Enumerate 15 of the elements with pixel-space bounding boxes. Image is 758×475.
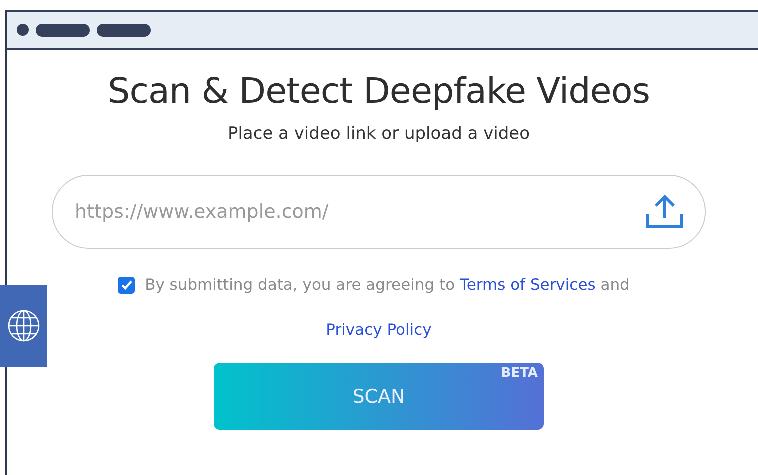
privacy-policy-link[interactable]: Privacy Policy bbox=[326, 321, 432, 339]
tab-placeholder-icon bbox=[36, 24, 90, 36]
upload-icon[interactable] bbox=[646, 194, 684, 230]
window-dot-icon bbox=[17, 24, 29, 36]
page-subtitle: Place a video link or upload a video bbox=[228, 124, 530, 144]
beta-label: BETA bbox=[501, 366, 538, 381]
terms-link[interactable]: Terms of Services bbox=[460, 276, 596, 294]
tab-placeholder-icon bbox=[97, 24, 151, 36]
page-title: Scan & Detect Deepfake Videos bbox=[108, 72, 650, 112]
consent-text: By submitting data, you are agreeing to Terms of Services and bbox=[145, 276, 630, 294]
globe-icon bbox=[6, 309, 40, 343]
language-button[interactable] bbox=[0, 285, 47, 367]
scan-button[interactable]: SCAN BETA bbox=[214, 363, 544, 430]
url-input-field[interactable]: https://www.example.com/ bbox=[52, 175, 706, 249]
consent-checkbox[interactable] bbox=[118, 276, 136, 294]
